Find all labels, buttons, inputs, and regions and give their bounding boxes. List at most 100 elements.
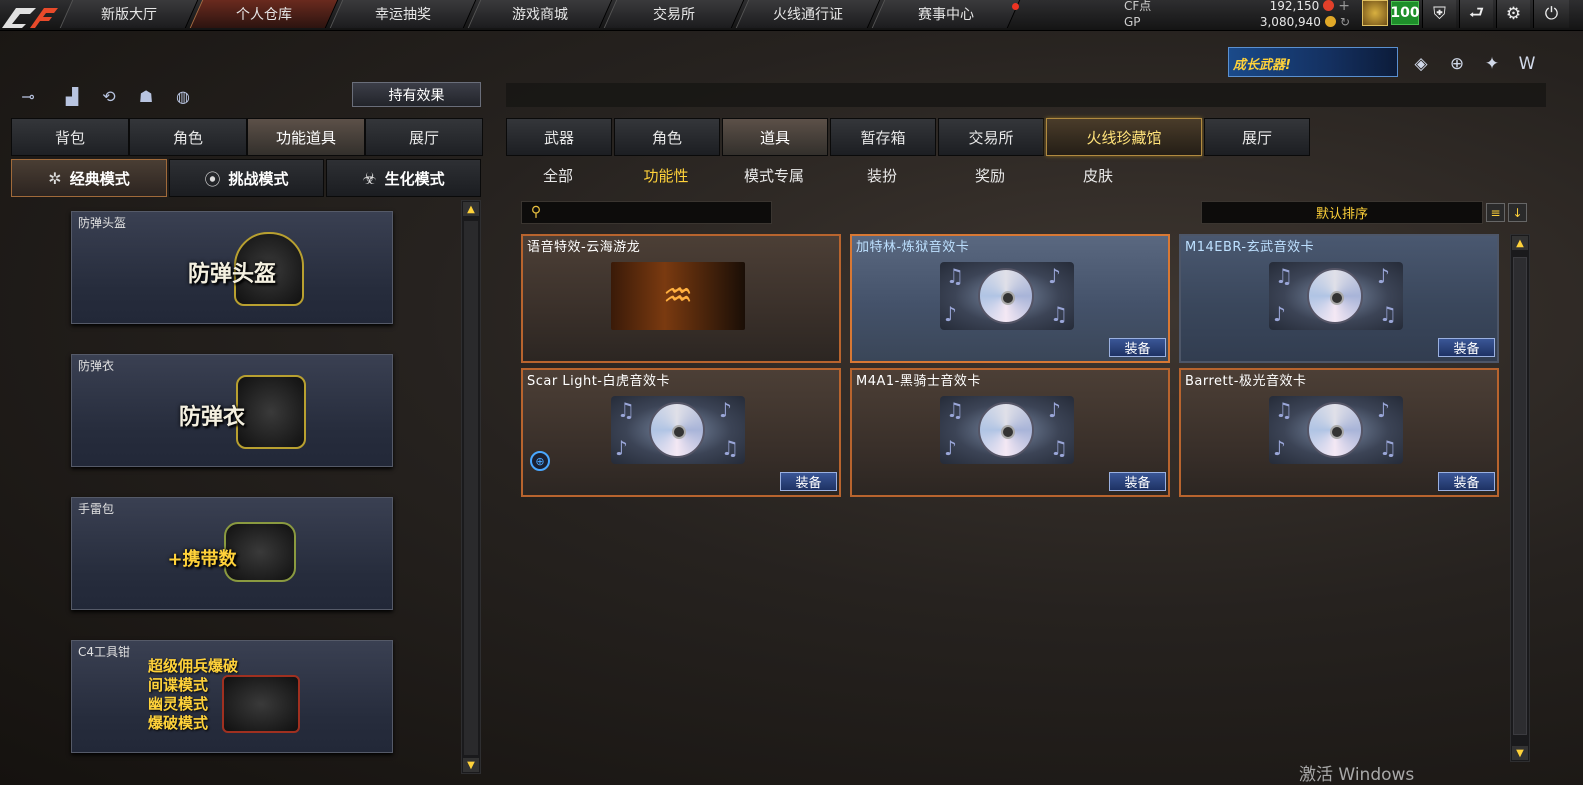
- currency-panel: CF点 192,150 + GP 3,080,940 ↻: [1118, 0, 1356, 31]
- sound-disc-icon: ♫ ♪ ♪ ♫: [1269, 262, 1403, 330]
- tab-storage[interactable]: 暂存箱: [830, 118, 936, 156]
- nav-inventory[interactable]: 个人仓库: [189, 0, 339, 28]
- v-emblem-icon[interactable]: ◈: [1407, 50, 1435, 78]
- item-caption: 防弹衣: [78, 359, 115, 373]
- equip-button[interactable]: 装备: [780, 472, 837, 491]
- scroll-down-icon[interactable]: ▼: [1512, 746, 1528, 760]
- nav-lottery[interactable]: 幸运抽奖: [329, 0, 477, 28]
- subtab-all[interactable]: 全部: [506, 162, 610, 188]
- tab-collection-hall[interactable]: 火线珍藏馆: [1046, 118, 1202, 156]
- item-card-vest[interactable]: 防弹衣 防弹衣: [71, 354, 393, 467]
- podium-icon[interactable]: ▟: [58, 83, 86, 109]
- item-card-c4-pliers[interactable]: C4工具钳 超级佣兵爆破 间谍模式 幽灵模式 爆破模式: [71, 640, 393, 753]
- item-card-scar-light-sound[interactable]: Scar Light-白虎音效卡 ♫ ♪ ♪ ♫ ⊕ 装备: [521, 368, 841, 497]
- subtab-skins[interactable]: 皮肤: [1046, 162, 1150, 188]
- item-card-m14ebr-sound[interactable]: M14EBR-玄武音效卡 ♫ ♪ ♪ ♫ 装备: [1179, 234, 1499, 363]
- rank-badge-icon[interactable]: [1362, 0, 1388, 26]
- sound-disc-icon: ♫ ♪ ♪ ♫: [940, 396, 1074, 464]
- tab-character[interactable]: 角色: [129, 118, 247, 156]
- mode-zombie[interactable]: ☣ 生化模式: [326, 159, 481, 197]
- tab-backpack[interactable]: 背包: [11, 118, 129, 156]
- item-name: M4A1-黑骑士音效卡: [856, 374, 981, 389]
- held-effects-button[interactable]: 持有效果: [352, 82, 481, 107]
- w-emblem-icon[interactable]: W: [1513, 50, 1541, 78]
- gp-label: GP: [1124, 14, 1141, 29]
- recycle-icon[interactable]: ⟲: [95, 83, 123, 109]
- nav-lobby[interactable]: 新版大厅: [59, 0, 199, 28]
- item-name: 语音特效-云海游龙: [527, 240, 641, 255]
- target-icon[interactable]: ⊕: [1443, 50, 1471, 78]
- cf-points-value: 192,150: [1269, 0, 1320, 13]
- subtab-dress-up[interactable]: 装扮: [830, 162, 934, 188]
- crosshair-icon: ✲: [48, 168, 62, 188]
- item-card-helmet[interactable]: 防弹头盔 防弹头盔: [71, 211, 393, 324]
- mode-classic[interactable]: ✲ 经典模式: [11, 159, 167, 197]
- scroll-up-icon[interactable]: ▲: [463, 202, 479, 216]
- shield-badge-icon[interactable]: ⛨: [1422, 0, 1456, 28]
- item-caption: 手雷包: [78, 502, 115, 516]
- scroll-down-icon[interactable]: ▼: [463, 758, 479, 772]
- nav-exchange[interactable]: 交易所: [603, 0, 745, 28]
- item-caption: C4工具钳: [78, 645, 131, 659]
- cf-coin-icon: [1323, 0, 1335, 11]
- tab-functional-items[interactable]: 功能道具: [247, 118, 365, 156]
- scroll-thumb[interactable]: [1513, 257, 1527, 735]
- item-art-text: 防弹衣: [178, 405, 245, 430]
- right-scrollbar[interactable]: ▲ ▼: [1510, 234, 1530, 762]
- windows-activation-watermark: 激活 Windows: [1299, 765, 1415, 785]
- tab-exchange[interactable]: 交易所: [938, 118, 1044, 156]
- player-level: 100: [1390, 1, 1420, 25]
- tab-weapons[interactable]: 武器: [506, 118, 612, 156]
- exit-arrow-icon[interactable]: ⮐: [1459, 0, 1493, 28]
- dragon-icon: ♒: [611, 262, 745, 330]
- growth-weapon-banner[interactable]: 成长武器!: [1228, 47, 1398, 77]
- equip-button[interactable]: 装备: [1438, 338, 1495, 357]
- list-view-icon[interactable]: ≡: [1486, 203, 1505, 222]
- search-input[interactable]: [521, 201, 772, 224]
- equip-button[interactable]: 装备: [1109, 472, 1166, 491]
- notification-dot: [1012, 3, 1019, 10]
- item-card-barrett-sound[interactable]: Barrett-极光音效卡 ♫ ♪ ♪ ♫ 装备: [1179, 368, 1499, 497]
- tab-showroom[interactable]: 展厅: [365, 118, 483, 156]
- crosshair-badge-icon: ⊕: [530, 451, 550, 471]
- item-card-gatling-sound[interactable]: 加特林-炼狱音效卡 ♫ ♪ ♪ ♫ 装备: [850, 234, 1170, 363]
- scroll-thumb[interactable]: [464, 221, 478, 755]
- pulse-icon: ⦿: [204, 170, 221, 189]
- subtab-rewards[interactable]: 奖励: [938, 162, 1042, 188]
- equip-button[interactable]: 装备: [1438, 472, 1495, 491]
- sound-disc-icon: ♫ ♪ ♪ ♫: [940, 262, 1074, 330]
- tab-items[interactable]: 道具: [722, 118, 828, 156]
- biohazard-icon: ☣: [362, 168, 377, 188]
- equip-button[interactable]: 装备: [1109, 338, 1166, 357]
- item-card-voice-dragon[interactable]: 语音特效-云海游龙 ♒: [521, 234, 841, 363]
- subtab-mode-exclusive[interactable]: 模式专属: [722, 162, 826, 188]
- tab-showroom[interactable]: 展厅: [1204, 118, 1310, 156]
- item-card-m4a1-sound[interactable]: M4A1-黑骑士音效卡 ♫ ♪ ♪ ♫ 装备: [850, 368, 1170, 497]
- nav-shop[interactable]: 游戏商城: [467, 0, 613, 28]
- add-icon[interactable]: +: [1338, 0, 1350, 14]
- search-icon[interactable]: ⚲: [527, 203, 545, 221]
- weapon-skin-icon[interactable]: ✦: [1478, 50, 1506, 78]
- sound-disc-icon: ♫ ♪ ♪ ♫: [611, 396, 745, 464]
- power-icon[interactable]: ⏻: [1533, 0, 1569, 28]
- key-icon[interactable]: ⊸: [14, 83, 42, 109]
- item-card-grenade-pack[interactable]: 手雷包 +携带数: [71, 497, 393, 610]
- mode-challenge[interactable]: ⦿ 挑战模式: [169, 159, 324, 197]
- cf-logo[interactable]: [0, 0, 60, 34]
- item-name: 加特林-炼狱音效卡: [856, 240, 970, 255]
- tab-characters[interactable]: 角色: [614, 118, 720, 156]
- left-scrollbar[interactable]: ▲ ▼: [461, 200, 481, 774]
- nav-battle-pass[interactable]: 火线通行证: [735, 0, 881, 28]
- refresh-icon[interactable]: ↻: [1340, 15, 1350, 29]
- mouse-icon[interactable]: ◍: [169, 83, 197, 109]
- sound-disc-icon: ♫ ♪ ♪ ♫: [1269, 396, 1403, 464]
- banner-text: 成长武器!: [1233, 58, 1291, 73]
- gear-icon[interactable]: ⚙: [1496, 0, 1530, 28]
- character-icon[interactable]: ☗: [132, 83, 160, 109]
- subtab-functional[interactable]: 功能性: [614, 162, 718, 188]
- nav-events[interactable]: 赛事中心: [871, 0, 1021, 28]
- gp-value: 3,080,940: [1259, 14, 1321, 29]
- scroll-up-icon[interactable]: ▲: [1512, 236, 1528, 250]
- sort-dropdown[interactable]: 默认排序: [1201, 201, 1483, 224]
- sort-direction-icon[interactable]: ↓: [1508, 203, 1527, 222]
